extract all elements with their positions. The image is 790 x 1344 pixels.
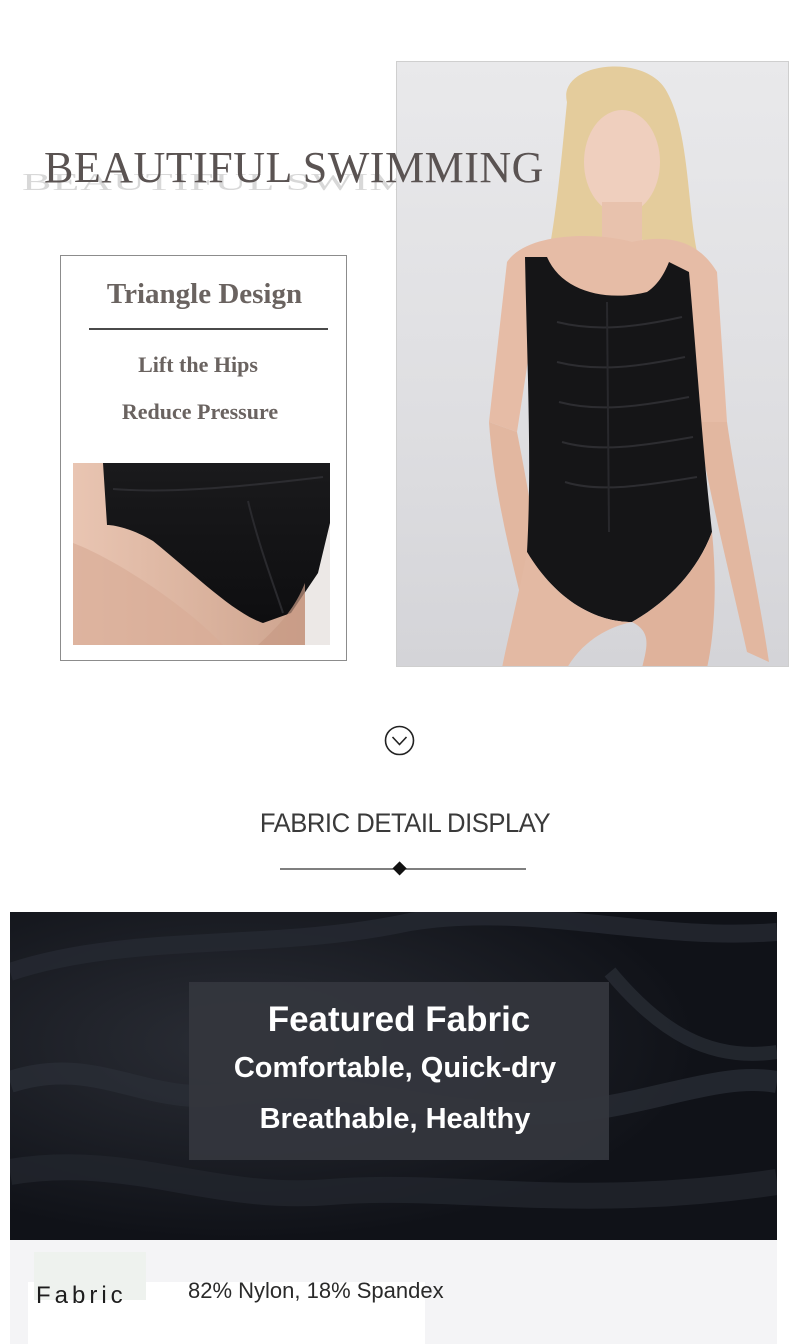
feature-card: Triangle Design Lift the Hips Reduce Pre… [60, 255, 347, 661]
diamond-icon [392, 861, 407, 876]
section-divider [278, 858, 528, 880]
spec-label: Fabric [36, 1282, 127, 1309]
featured-fabric-line-2: Breathable, Healthy [259, 1103, 531, 1135]
feature-card-title: Triangle Design [106, 278, 303, 310]
feature-card-divider [89, 328, 328, 330]
hip-closeup-photo [73, 463, 330, 645]
section-title: FABRIC DETAIL DISPLAY [259, 808, 551, 838]
featured-fabric-title: Featured Fabric [267, 1000, 531, 1039]
page-headline: BEAUTIFUL SWIMMING [44, 143, 544, 192]
feature-card-line-1: Lift the Hips [138, 352, 258, 377]
feature-card-line-2: Reduce Pressure [121, 399, 279, 424]
featured-fabric-line-1: Comfortable, Quick-dry [233, 1052, 557, 1084]
fabric-spec-row: Fabric 82% Nylon, 18% Spandex [10, 1240, 777, 1344]
spec-value: 82% Nylon, 18% Spandex [188, 1278, 444, 1303]
featured-fabric-overlay: Featured Fabric Comfortable, Quick-dry B… [189, 982, 609, 1160]
chevron-down-circle-icon[interactable] [384, 725, 415, 756]
